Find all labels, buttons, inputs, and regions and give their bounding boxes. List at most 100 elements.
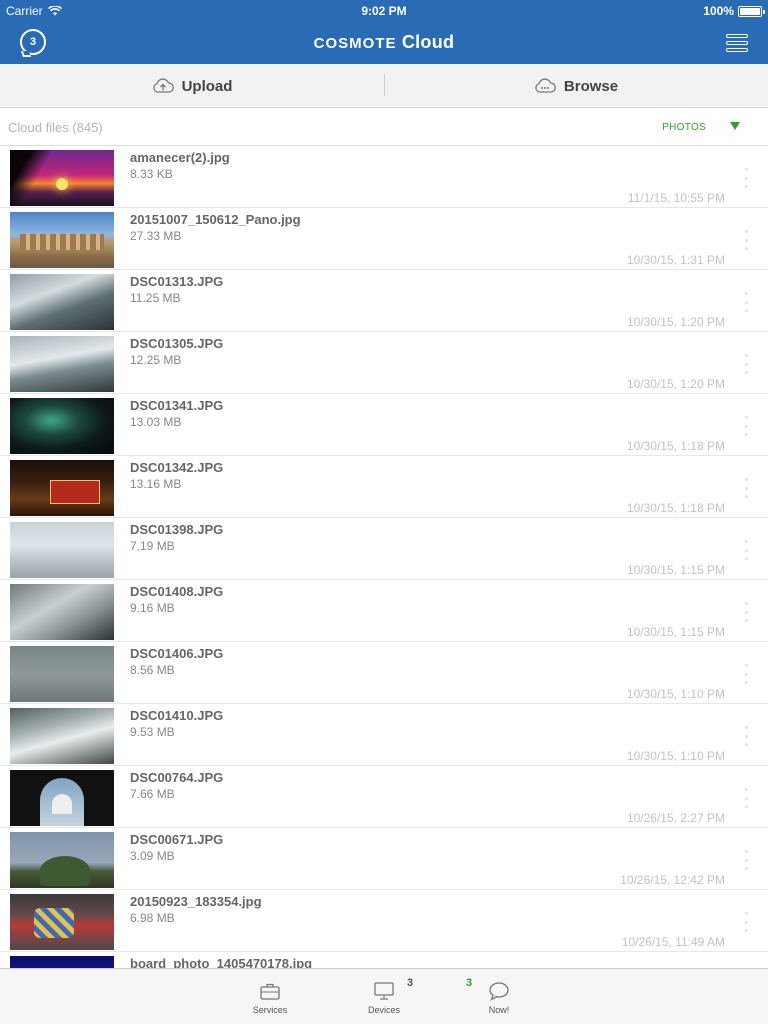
upload-label: Upload (181, 77, 233, 95)
upload-button[interactable]: Upload (0, 64, 384, 108)
file-name: 20150923_183354.jpg (130, 894, 262, 909)
photo-thumbnail (10, 150, 114, 206)
file-list: amanecer(2).jpg 8.33 KB 11/1/15, 10:55 P… (0, 146, 768, 968)
cloud-upload-icon (152, 78, 174, 93)
more-options-icon[interactable] (742, 912, 750, 932)
file-name: DSC00671.JPG (130, 832, 224, 847)
photo-thumbnail (10, 832, 114, 888)
menu-icon (726, 41, 748, 45)
cloud-files-count: Cloud files (845) (8, 120, 103, 135)
file-size: 7.66 MB (130, 787, 175, 801)
file-date: 10/30/15, 1:10 PM (626, 687, 725, 701)
file-size: 9.16 MB (130, 601, 175, 615)
file-date: 11/1/15, 10:55 PM (627, 191, 725, 205)
brand-logo-text: COSMOTE (313, 35, 397, 52)
file-name: DSC01410.JPG (130, 708, 224, 723)
more-options-icon[interactable] (742, 540, 750, 560)
file-name: 20151007_150612_Pano.jpg (130, 212, 301, 227)
menu-icon (726, 34, 748, 38)
file-size: 27.33 MB (130, 229, 182, 243)
file-size: 3.09 MB (130, 849, 175, 863)
file-name: DSC01305.JPG (130, 336, 224, 351)
chevron-down-icon[interactable] (730, 122, 740, 130)
file-date: 10/30/15, 1:20 PM (626, 315, 725, 329)
photo-thumbnail (10, 770, 114, 826)
browse-label: Browse (563, 77, 619, 95)
photo-thumbnail (10, 584, 114, 640)
navigation-bar: Carrier 9:02 PM 100% 3 COSMOTE Cloud (0, 0, 768, 64)
briefcase-icon (260, 983, 280, 1000)
more-options-icon[interactable] (742, 478, 750, 498)
file-name: board_photo_1405470178.jpg (130, 956, 313, 968)
file-date: 10/30/15, 1:15 PM (626, 625, 725, 639)
menu-icon (726, 48, 748, 52)
more-options-icon[interactable] (742, 292, 750, 312)
file-name: DSC00764.JPG (130, 770, 224, 785)
list-item[interactable]: 20151007_150612_Pano.jpg 27.33 MB 10/30/… (0, 208, 768, 270)
photo-thumbnail (10, 398, 114, 454)
chat-icon (489, 982, 509, 1001)
file-date: 10/30/15, 1:15 PM (626, 563, 725, 577)
page-title-text: Cloud (401, 32, 455, 52)
tab-now-label: Now! (488, 1005, 510, 1015)
monitor-icon (374, 982, 394, 1000)
more-options-icon[interactable] (742, 788, 750, 808)
list-item[interactable]: DSC01398.JPG 7.19 MB 10/30/15, 1:15 PM (0, 518, 768, 580)
list-item[interactable]: DSC00764.JPG 7.66 MB 10/26/15, 2:27 PM (0, 766, 768, 828)
file-name: DSC01408.JPG (130, 584, 224, 599)
file-size: 11.25 MB (130, 291, 181, 305)
action-bar: Upload Browse (0, 64, 768, 108)
tab-now[interactable]: Now! (469, 977, 529, 1015)
filter-bar: Cloud files (845) PHOTOS (0, 108, 768, 146)
battery-percent: 100% (703, 4, 734, 18)
photo-thumbnail (10, 894, 114, 950)
file-size: 8.56 MB (130, 663, 175, 677)
file-name: DSC01341.JPG (130, 398, 224, 413)
browse-button[interactable]: Browse (384, 64, 768, 108)
more-options-icon[interactable] (742, 354, 750, 374)
photo-thumbnail (10, 646, 114, 702)
file-size: 8.33 KB (130, 167, 173, 181)
photo-thumbnail (10, 460, 114, 516)
list-item[interactable]: DSC01406.JPG 8.56 MB 10/30/15, 1:10 PM (0, 642, 768, 704)
file-date: 10/30/15, 1:18 PM (626, 501, 725, 515)
list-item[interactable]: board_photo_1405470178.jpg (0, 952, 768, 968)
battery-indicator: 100% (703, 4, 765, 18)
more-options-icon[interactable] (742, 416, 750, 436)
list-item[interactable]: DSC00671.JPG 3.09 MB 10/26/15, 12:42 PM (0, 828, 768, 890)
more-options-icon[interactable] (742, 726, 750, 746)
tab-services[interactable]: Services (240, 977, 300, 1015)
list-item[interactable]: DSC01342.JPG 13.16 MB 10/30/15, 1:18 PM (0, 456, 768, 518)
list-item[interactable]: DSC01410.JPG 9.53 MB 10/30/15, 1:10 PM (0, 704, 768, 766)
list-item[interactable]: amanecer(2).jpg 8.33 KB 11/1/15, 10:55 P… (0, 146, 768, 208)
status-bar: Carrier 9:02 PM 100% (0, 0, 768, 20)
status-time: 9:02 PM (361, 4, 407, 18)
tab-devices[interactable]: Devices (354, 977, 414, 1015)
photo-thumbnail (10, 708, 114, 764)
tab-services-label: Services (252, 1005, 288, 1015)
more-options-icon[interactable] (742, 850, 750, 870)
list-item[interactable]: DSC01408.JPG 9.16 MB 10/30/15, 1:15 PM (0, 580, 768, 642)
file-date: 10/26/15, 12:42 PM (620, 873, 725, 887)
file-name: amanecer(2).jpg (130, 150, 230, 165)
devices-badge: 3 (407, 977, 414, 989)
menu-button[interactable] (726, 34, 748, 52)
list-item[interactable]: DSC01305.JPG 12.25 MB 10/30/15, 1:20 PM (0, 332, 768, 394)
more-options-icon[interactable] (742, 168, 750, 188)
file-date: 10/26/15, 2:27 PM (626, 811, 725, 825)
list-item[interactable]: DSC01341.JPG 13.03 MB 10/30/15, 1:18 PM (0, 394, 768, 456)
file-type-filter[interactable]: PHOTOS (662, 122, 706, 133)
file-date: 10/30/15, 1:31 PM (626, 253, 725, 267)
tab-devices-label: Devices (367, 1005, 400, 1015)
more-options-icon[interactable] (742, 602, 750, 622)
file-size: 9.53 MB (130, 725, 175, 739)
page-title: COSMOTE Cloud (0, 32, 768, 53)
photo-thumbnail (10, 336, 114, 392)
list-item[interactable]: DSC01313.JPG 11.25 MB 10/30/15, 1:20 PM (0, 270, 768, 332)
file-size: 13.03 MB (130, 415, 182, 429)
battery-icon (738, 5, 765, 17)
photo-thumbnail (10, 522, 114, 578)
list-item[interactable]: 20150923_183354.jpg 6.98 MB 10/26/15, 11… (0, 890, 768, 952)
more-options-icon[interactable] (742, 230, 750, 250)
more-options-icon[interactable] (742, 664, 750, 684)
